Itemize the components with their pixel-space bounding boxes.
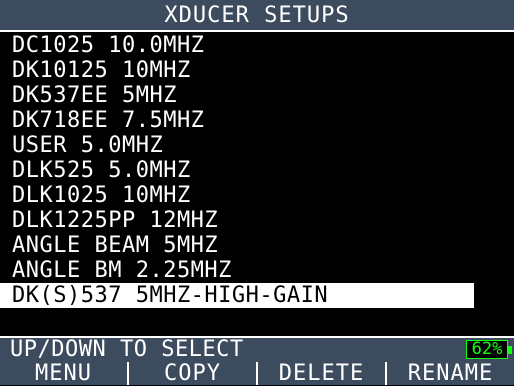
list-item-selected[interactable]: DK(S)537 5MHZ-HIGH-GAIN (0, 283, 474, 308)
list-item[interactable]: USER 5.0MHZ (0, 133, 514, 158)
list-item[interactable]: DK10125 10MHZ (0, 58, 514, 83)
list-item[interactable]: DLK525 5.0MHZ (0, 158, 514, 183)
list-item[interactable]: DK537EE 5MHZ (0, 83, 514, 108)
list-item[interactable]: ANGLE BEAM 5MHZ (0, 233, 514, 258)
list-item[interactable]: DLK1225PP 12MHZ (0, 208, 514, 233)
menu-button[interactable]: MENU (0, 362, 129, 385)
list-item[interactable]: DLK1025 10MHZ (0, 183, 514, 208)
copy-button[interactable]: COPY (129, 362, 258, 385)
delete-button[interactable]: DELETE (258, 362, 387, 385)
list-item[interactable]: DK718EE 7.5MHZ (0, 108, 514, 133)
list-item[interactable]: DC1025 10.0MHZ (0, 33, 514, 58)
status-bar: UP/DOWN TO SELECT 62% (0, 336, 514, 362)
screen-title: XDUCER SETUPS (0, 0, 514, 32)
softkey-bar: MENU COPY DELETE RENAME (0, 362, 514, 385)
transducer-setup-list[interactable]: DC1025 10.0MHZ DK10125 10MHZ DK537EE 5MH… (0, 33, 514, 308)
battery-icon: 62% (466, 340, 508, 359)
rename-button[interactable]: RENAME (387, 362, 514, 385)
instruction-text: UP/DOWN TO SELECT (10, 337, 244, 362)
battery-tip (508, 346, 512, 354)
list-item[interactable]: ANGLE BM 2.25MHZ (0, 258, 514, 283)
